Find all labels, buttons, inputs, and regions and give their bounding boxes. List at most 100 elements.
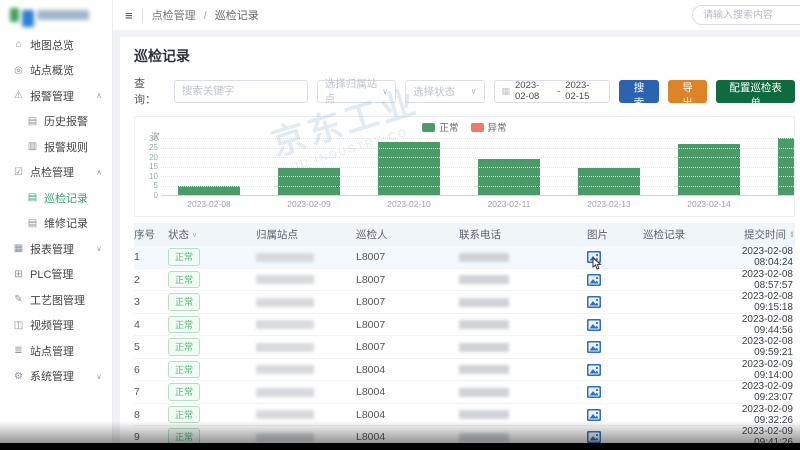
cell-submit-time: 2023-02-09 09:23:07 (731, 381, 795, 403)
image-thumbnail-icon[interactable] (587, 386, 643, 398)
sidebar-item-4[interactable]: ▥报警规则 (0, 134, 112, 160)
cell-image (587, 251, 643, 263)
cell-index: 7 (134, 386, 168, 398)
sidebar-item-0[interactable]: ⌂地图总览 (0, 32, 112, 58)
sidebar-item-6[interactable]: ▤巡检记录 (0, 185, 112, 211)
cell-inspector: L8007 (356, 341, 459, 353)
bar-2023-02-13[interactable] (578, 168, 640, 195)
sidebar-item-13[interactable]: ⚙系统管理∨ (0, 364, 112, 390)
export-button[interactable]: 导出 (668, 80, 708, 103)
breadcrumb-section[interactable]: 点检管理 (152, 10, 196, 22)
bar-2023-02-09[interactable] (278, 168, 340, 195)
status-badge: 正常 (168, 383, 200, 401)
column-header-label: 巡检人 (356, 227, 388, 242)
chevron-icon: ∧ (96, 168, 102, 177)
status-select-placeholder: 选择状态 (413, 84, 455, 99)
x-tick-label: 2023-02-11 (459, 199, 559, 209)
sidebar-item-9[interactable]: ⊞PLC管理 (0, 262, 112, 288)
cell-station (256, 320, 356, 329)
image-thumbnail-icon[interactable] (587, 319, 643, 331)
menu-item-label: 系统管理 (30, 368, 74, 384)
bar-2023-02-14[interactable] (678, 144, 740, 195)
status-badge: 正常 (168, 361, 200, 379)
menu-item-label: 站点概览 (30, 62, 74, 78)
legend-item[interactable]: 正常 (422, 120, 458, 134)
bar-2023-02-08[interactable] (178, 186, 240, 196)
redacted-station (256, 410, 314, 419)
cell-phone (459, 298, 587, 307)
redacted-phone (459, 365, 509, 374)
image-thumbnail-icon[interactable] (587, 364, 643, 376)
sidebar-item-7[interactable]: ▤维修记录 (0, 211, 112, 237)
menu-item-label: 报警规则 (44, 139, 88, 155)
cell-inspector: L8007 (356, 251, 459, 263)
global-search-input[interactable] (692, 5, 800, 25)
cell-image (587, 296, 643, 308)
sidebar-item-5[interactable]: ☑点检管理∧ (0, 160, 112, 186)
gridline (161, 138, 794, 139)
sidebar-item-8[interactable]: ▦报表管理∨ (0, 236, 112, 262)
gridline (161, 148, 794, 149)
sidebar-item-11[interactable]: ◫视频管理 (0, 313, 112, 339)
cell-submit-time: 2023-02-08 08:04:24 (731, 246, 795, 268)
collapse-sidebar-icon[interactable]: ≡ (125, 8, 133, 23)
sidebar-item-12[interactable]: ≣站点管理 (0, 338, 112, 364)
legend-item[interactable]: 异常 (471, 120, 507, 134)
image-thumbnail-icon[interactable] (587, 251, 643, 263)
image-thumbnail-icon[interactable] (587, 296, 643, 308)
redacted-station (256, 388, 314, 397)
column-header-label: 图片 (587, 227, 608, 242)
sidebar-item-2[interactable]: ⚠报警管理∧ (0, 83, 112, 109)
cell-image (587, 364, 643, 376)
redacted-station (256, 298, 314, 307)
sidebar-item-1[interactable]: ◎站点概览 (0, 58, 112, 84)
menu-item-icon: ▦ (12, 243, 25, 254)
date-range-picker[interactable]: ▦ 2023-02-08 - 2023-02-15 (494, 80, 611, 103)
image-thumbnail-icon[interactable] (587, 341, 643, 353)
bar-2023-02-10[interactable] (378, 142, 440, 195)
logo-wordmark (37, 10, 89, 20)
page-title: 巡检记录 (134, 46, 795, 66)
table-header-row: 序号状态∨归属站点巡检人联系电话图片巡检记录提交时间▲▼ (134, 223, 795, 246)
table-row: 3正常L80072023-02-08 09:15:18 (134, 291, 795, 314)
chart-legend: 正常异常 (135, 120, 794, 134)
y-tick-label: 25 (143, 143, 158, 152)
search-button[interactable]: 搜索 (619, 80, 659, 103)
status-select[interactable]: 选择状态 ∨ (405, 80, 484, 103)
image-thumbnail-icon[interactable] (587, 409, 643, 421)
redacted-phone (459, 343, 509, 352)
configure-inspection-form-button[interactable]: 配置巡检表单 (716, 80, 795, 103)
cell-image (587, 409, 643, 421)
column-header-1[interactable]: 状态∨ (168, 227, 256, 242)
cell-phone (459, 320, 587, 329)
filter-label: 查询： (134, 75, 165, 107)
gridline (161, 176, 794, 177)
cell-submit-time: 2023-02-08 08:57:57 (731, 269, 795, 291)
table-row: 7正常L80042023-02-09 09:23:07 (134, 381, 795, 404)
redacted-station (256, 343, 314, 352)
column-header-label: 提交时间 (744, 227, 786, 242)
cell-inspector: L8004 (356, 431, 459, 443)
menu-item-label: 地图总览 (30, 37, 74, 53)
filter-caret-icon[interactable]: ∨ (192, 231, 197, 239)
sort-icons[interactable]: ▲▼ (789, 231, 795, 239)
mouse-cursor (592, 257, 603, 270)
cell-station (256, 433, 356, 442)
cell-status: 正常 (168, 293, 256, 311)
image-thumbnail-icon[interactable] (587, 431, 643, 443)
status-badge: 正常 (168, 293, 200, 311)
sidebar-item-10[interactable]: ✎工艺图管理 (0, 287, 112, 313)
chevron-icon: ∧ (96, 91, 102, 100)
column-header-7[interactable]: 提交时间▲▼ (731, 227, 795, 242)
y-tick-label: 20 (143, 153, 158, 162)
image-thumbnail-icon[interactable] (587, 274, 643, 286)
station-select[interactable]: 选择归属站点 ∨ (317, 80, 396, 103)
sidebar-item-3[interactable]: ▤历史报警 (0, 109, 112, 135)
menu-item-icon: ▤ (26, 192, 39, 203)
date-separator: - (557, 86, 560, 97)
table-row: 6正常L80042023-02-09 09:14:00 (134, 359, 795, 382)
column-header-0: 序号 (134, 227, 168, 242)
redacted-phone (459, 275, 509, 284)
content-card: 巡检记录 查询： 选择归属站点 ∨ 选择状态 ∨ ▦ 2023-02-08 - … (120, 37, 800, 449)
keyword-input[interactable] (174, 80, 308, 103)
